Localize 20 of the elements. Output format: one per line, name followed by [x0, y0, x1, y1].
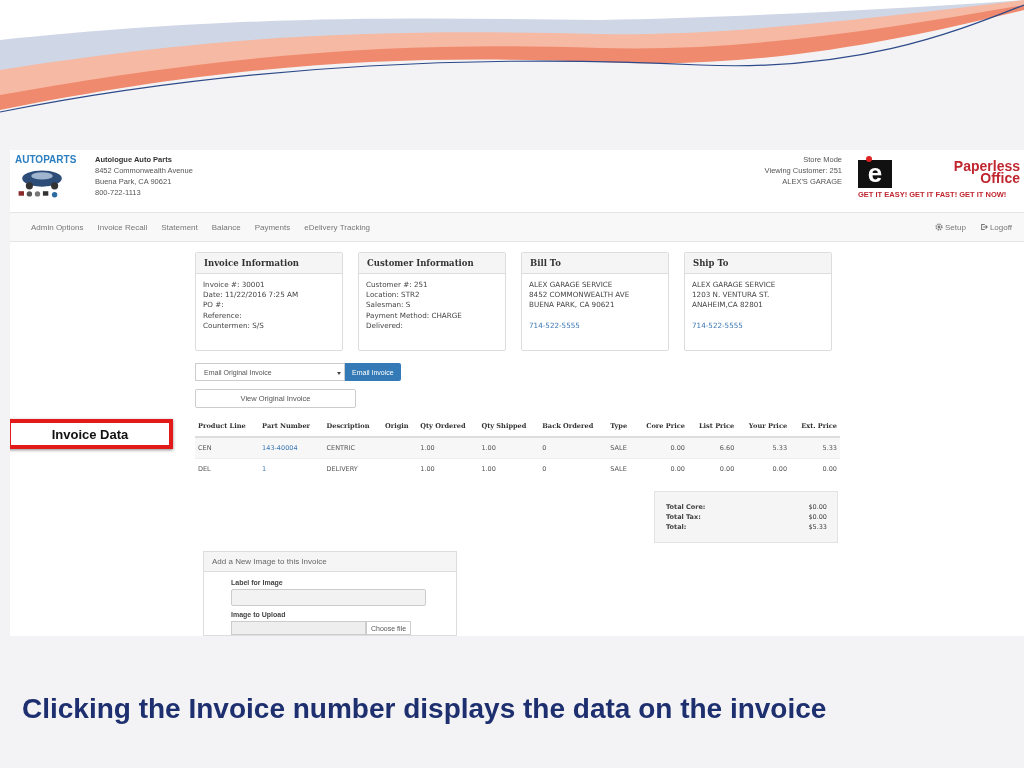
image-label-field[interactable]	[231, 589, 426, 606]
panel-title: Ship To	[685, 253, 831, 274]
nav-link[interactable]: Payments	[254, 222, 291, 232]
logoff-link[interactable]: Logoff	[979, 222, 1012, 232]
panel-title: Add a New Image to this Invoice	[204, 552, 456, 572]
panel-title: Bill To	[522, 253, 668, 274]
nav-link[interactable]: Statement	[161, 222, 198, 232]
brand-logo: AUTOPARTS	[15, 154, 77, 165]
panel-title: Customer Information	[359, 253, 505, 274]
nav-link[interactable]: eDelivery Tracking	[304, 222, 371, 232]
file-path-field[interactable]	[231, 621, 366, 635]
setup-link[interactable]: Setup	[935, 222, 966, 232]
callout-label: Invoice Data	[10, 419, 173, 449]
gear-icon	[935, 223, 943, 231]
nav-link[interactable]: Balance	[211, 222, 241, 232]
logout-icon	[979, 223, 988, 231]
slide-caption: Clicking the Invoice number displays the data on the invoice	[22, 693, 828, 725]
nav-link[interactable]: Admin Options	[31, 222, 84, 232]
panel-title: Invoice Information	[196, 253, 342, 274]
nav-link[interactable]: Invoice Recall	[97, 222, 148, 232]
